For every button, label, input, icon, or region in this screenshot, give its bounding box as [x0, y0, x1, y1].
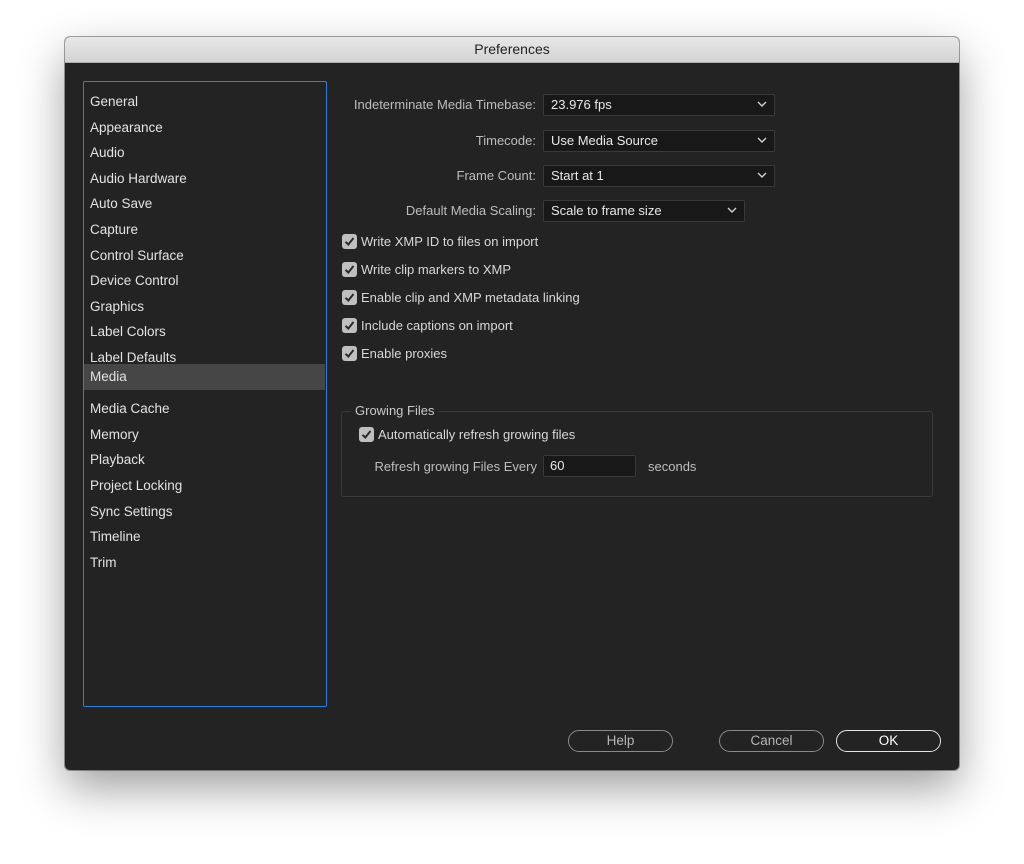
sidebar-item-trim[interactable]: Trim [84, 551, 325, 575]
window-title: Preferences [65, 37, 959, 63]
sidebar-item-timeline[interactable]: Timeline [84, 525, 325, 549]
timecode-label: Timecode: [475, 133, 536, 148]
enable-proxies-checkbox[interactable] [342, 346, 357, 361]
auto-refresh-label: Automatically refresh growing files [378, 427, 576, 442]
chevron-down-icon [757, 101, 767, 107]
timebase-dropdown[interactable]: 23.976 fps [543, 94, 775, 116]
sidebar-item-playback[interactable]: Playback [84, 448, 325, 472]
sidebar-item-media[interactable]: Media [84, 364, 325, 390]
include-captions-checkbox[interactable] [342, 318, 357, 333]
sidebar-item-sync-settings[interactable]: Sync Settings [84, 500, 325, 524]
timecode-dropdown[interactable]: Use Media Source [543, 130, 775, 152]
write-clip-markers-checkbox[interactable] [342, 262, 357, 277]
growing-files-group [341, 411, 933, 497]
write-xmp-id-label: Write XMP ID to files on import [361, 234, 539, 249]
refresh-interval-input[interactable]: 60 [543, 455, 636, 477]
sidebar-item-memory[interactable]: Memory [84, 423, 325, 447]
checkmark-icon [344, 349, 355, 358]
checkmark-icon [344, 293, 355, 302]
cancel-button[interactable]: Cancel [719, 730, 824, 752]
media-scaling-value: Scale to frame size [551, 203, 662, 218]
include-captions-label: Include captions on import [361, 318, 513, 333]
sidebar-item-graphics[interactable]: Graphics [84, 295, 325, 319]
checkmark-icon [344, 237, 355, 246]
media-scaling-dropdown[interactable]: Scale to frame size [543, 200, 745, 222]
sidebar-item-device-control[interactable]: Device Control [84, 269, 325, 293]
frame-count-label: Frame Count: [456, 168, 536, 183]
enable-proxies-label: Enable proxies [361, 346, 447, 361]
metadata-linking-checkbox[interactable] [342, 290, 357, 305]
frame-count-value: Start at 1 [551, 168, 604, 183]
write-xmp-id-checkbox[interactable] [342, 234, 357, 249]
auto-refresh-checkbox[interactable] [359, 427, 374, 442]
chevron-down-icon [757, 137, 767, 143]
checkmark-icon [361, 430, 372, 439]
sidebar-item-label-colors[interactable]: Label Colors [84, 320, 325, 344]
metadata-linking-label: Enable clip and XMP metadata linking [361, 290, 580, 305]
timebase-label: Indeterminate Media Timebase: [353, 97, 536, 112]
chevron-down-icon [757, 172, 767, 178]
ok-button[interactable]: OK [836, 730, 941, 752]
help-button[interactable]: Help [568, 730, 673, 752]
sidebar-item-control-surface[interactable]: Control Surface [84, 244, 325, 268]
preferences-window: Preferences General Appearance Audio Aud… [65, 37, 959, 770]
timecode-value: Use Media Source [551, 133, 658, 148]
sidebar-item-media-cache[interactable]: Media Cache [84, 397, 325, 421]
timebase-value: 23.976 fps [551, 97, 612, 112]
chevron-down-icon [727, 207, 737, 213]
write-clip-markers-label: Write clip markers to XMP [361, 262, 512, 277]
sidebar-item-capture[interactable]: Capture [84, 218, 325, 242]
refresh-interval-label: Refresh growing Files Every [374, 459, 537, 474]
refresh-interval-unit: seconds [648, 459, 697, 474]
frame-count-dropdown[interactable]: Start at 1 [543, 165, 775, 187]
checkmark-icon [344, 265, 355, 274]
growing-files-title: Growing Files [351, 403, 439, 419]
checkmark-icon [344, 321, 355, 330]
sidebar-item-project-locking[interactable]: Project Locking [84, 474, 325, 498]
media-scaling-label: Default Media Scaling: [405, 203, 536, 218]
